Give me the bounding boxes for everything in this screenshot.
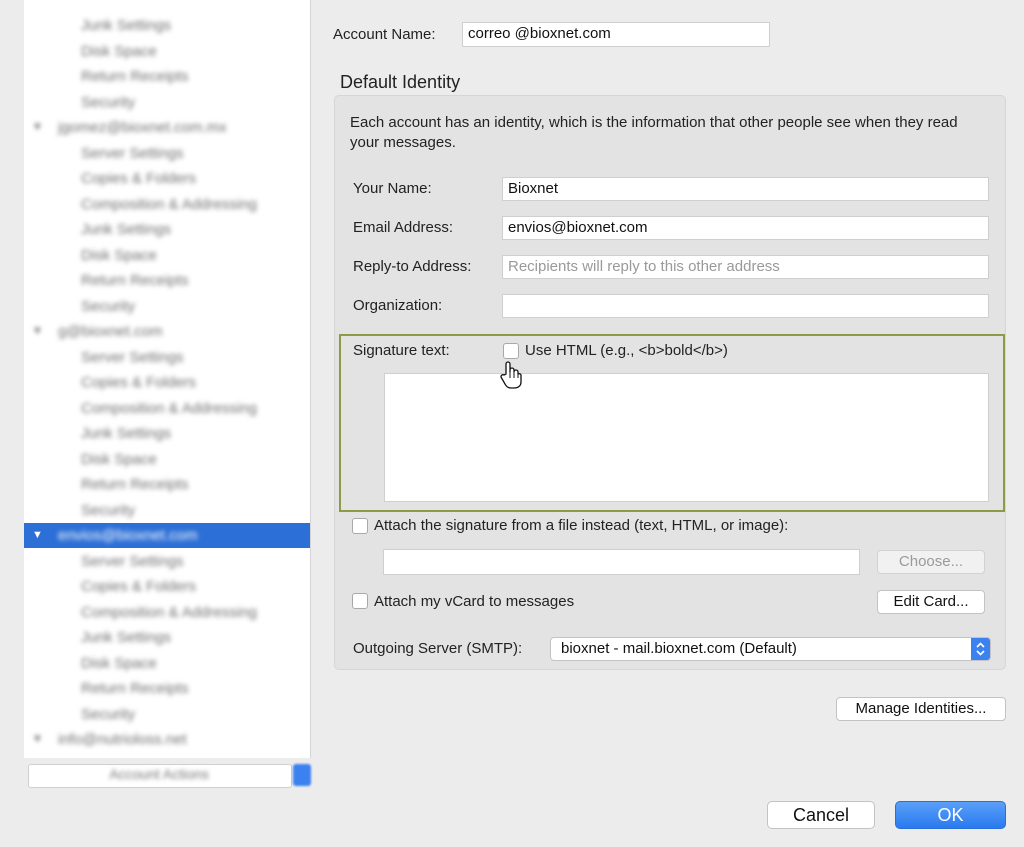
tree-account-row[interactable]: ▼ envios@bioxnet.com: [24, 523, 310, 548]
account-name-input[interactable]: correo @bioxnet.com: [462, 22, 770, 47]
manage-identities-button[interactable]: Manage Identities...: [836, 697, 1006, 721]
use-html-checkbox[interactable]: [503, 343, 519, 359]
tree-row-label: Composition & Addressing: [81, 195, 257, 213]
disclosure-triangle-icon[interactable]: ▼: [32, 319, 43, 344]
disclosure-triangle-icon[interactable]: ▼: [32, 523, 43, 548]
outgoing-server-value: bioxnet - mail.bioxnet.com (Default): [561, 640, 797, 657]
email-address-label: Email Address:: [353, 219, 454, 236]
identity-description: Each account has an identity, which is t…: [350, 114, 958, 151]
cancel-button[interactable]: Cancel: [767, 801, 875, 829]
your-name-input[interactable]: Bioxnet: [502, 177, 989, 201]
account-name-label: Account Name:: [333, 26, 436, 43]
tree-settings-row[interactable]: Server Settings: [24, 345, 310, 370]
disclosure-triangle-icon[interactable]: ▼: [32, 115, 43, 140]
tree-row-label: Return Receipts: [81, 476, 189, 493]
tree-settings-row[interactable]: Junk Settings: [24, 217, 310, 242]
tree-settings-row[interactable]: Server Settings: [24, 141, 310, 166]
tree-settings-row[interactable]: Disk Space: [24, 39, 310, 64]
tree-row-label: Junk Settings: [81, 425, 172, 442]
tree-settings-row[interactable]: Copies & Folders: [24, 166, 310, 191]
your-name-label: Your Name:: [353, 180, 432, 197]
organization-label: Organization:: [353, 297, 443, 314]
chevron-down-icon[interactable]: [293, 764, 311, 786]
tree-settings-row[interactable]: Composition & Addressing: [24, 192, 310, 217]
use-html-label[interactable]: Use HTML (e.g., <b>bold</b>): [525, 342, 728, 359]
tree-row-label: Copies & Folders: [81, 374, 197, 391]
tree-row-label: Return Receipts: [81, 272, 189, 289]
tree-row-label: Junk Settings: [81, 17, 172, 34]
reply-to-input[interactable]: Recipients will reply to this other addr…: [502, 255, 989, 279]
tree-settings-row[interactable]: Security: [24, 702, 310, 727]
tree-row-label: Composition & Addressing: [81, 603, 257, 621]
tree-row-label: Disk Space: [81, 654, 157, 672]
email-address-input[interactable]: envios@bioxnet.com: [502, 216, 989, 240]
edit-card-button[interactable]: Edit Card...: [877, 590, 985, 614]
attach-signature-file-checkbox[interactable]: [352, 518, 368, 534]
tree-row-label: Server Settings: [81, 552, 184, 570]
tree-row-label: Security: [81, 501, 136, 519]
outgoing-server-select[interactable]: bioxnet - mail.bioxnet.com (Default): [550, 637, 991, 661]
tree-settings-row[interactable]: Security: [24, 294, 310, 319]
account-actions-label: Account Actions: [109, 766, 209, 782]
tree-settings-row[interactable]: Copies & Folders: [24, 574, 310, 599]
tree-row-label: Disk Space: [81, 42, 157, 60]
tree-settings-row[interactable]: Copies & Folders: [24, 370, 310, 395]
tree-settings-row[interactable]: Server Settings: [24, 549, 310, 574]
account-tree[interactable]: Junk Settings Disk Space Return Receipts Se…: [24, 0, 311, 758]
tree-account-row[interactable]: ▼ jgomez@bioxnet.com.mx: [24, 115, 310, 140]
choose-file-button[interactable]: Choose...: [877, 550, 985, 574]
tree-settings-row[interactable]: Junk Settings: [24, 421, 310, 446]
ok-button[interactable]: OK: [895, 801, 1006, 829]
organization-input[interactable]: [502, 294, 989, 318]
attach-vcard-label[interactable]: Attach my vCard to messages: [374, 593, 574, 610]
tree-row-label: jgomez@bioxnet.com.mx: [58, 119, 227, 136]
tree-row-label: Security: [81, 705, 136, 723]
tree-settings-row[interactable]: Return Receipts: [24, 676, 310, 701]
tree-settings-row[interactable]: Disk Space: [24, 651, 310, 676]
tree-settings-row[interactable]: Security: [24, 90, 310, 115]
tree-settings-row[interactable]: Junk Settings: [24, 13, 310, 38]
tree-row-label: Security: [81, 93, 136, 111]
tree-row-label: info@nutrioloss.net: [58, 731, 187, 748]
hand-cursor-icon: [498, 360, 524, 390]
tree-settings-row[interactable]: Return Receipts: [24, 268, 310, 293]
tree-settings-row[interactable]: Disk Space: [24, 447, 310, 472]
tree-settings-row[interactable]: Disk Space: [24, 243, 310, 268]
disclosure-triangle-icon[interactable]: ▼: [32, 727, 43, 752]
tree-row-label: Server Settings: [81, 144, 184, 162]
tree-row-label: Return Receipts: [81, 68, 189, 85]
tree-settings-row[interactable]: Return Receipts: [24, 64, 310, 89]
signature-file-path-input[interactable]: [383, 549, 860, 575]
tree-row-label: Return Receipts: [81, 680, 189, 697]
signature-text-label: Signature text:: [353, 342, 450, 359]
tree-row-label: Copies & Folders: [81, 170, 197, 187]
outgoing-server-label: Outgoing Server (SMTP):: [353, 640, 523, 657]
tree-settings-row[interactable]: Junk Settings: [24, 625, 310, 650]
tree-row-label: envios@bioxnet.com: [58, 527, 198, 544]
tree-row-label: Security: [81, 297, 136, 315]
tree-row-label: Junk Settings: [81, 221, 172, 238]
default-identity-title: Default Identity: [340, 72, 461, 92]
tree-row-label: Junk Settings: [81, 629, 172, 646]
tree-settings-row[interactable]: Composition & Addressing: [24, 396, 310, 421]
tree-row-label: Disk Space: [81, 246, 157, 264]
tree-settings-row[interactable]: Return Receipts: [24, 472, 310, 497]
tree-account-row[interactable]: ▼ info@nutrioloss.net: [24, 727, 310, 752]
signature-textarea[interactable]: [384, 373, 989, 502]
attach-signature-file-label[interactable]: Attach the signature from a file instead…: [374, 517, 788, 534]
tree-account-row[interactable]: ▼ g@bioxnet.com: [24, 319, 310, 344]
tree-row-label: Copies & Folders: [81, 578, 197, 595]
tree-row-label: Disk Space: [81, 450, 157, 468]
tree-row-label: Composition & Addressing: [81, 399, 257, 417]
select-stepper-icon[interactable]: [971, 638, 990, 660]
tree-row-label: g@bioxnet.com: [58, 323, 163, 340]
tree-row-label: Server Settings: [81, 348, 184, 366]
tree-settings-row[interactable]: Composition & Addressing: [24, 600, 310, 625]
attach-vcard-checkbox[interactable]: [352, 593, 368, 609]
account-actions-dropdown[interactable]: Account Actions: [28, 764, 311, 788]
reply-to-label: Reply-to Address:: [353, 258, 472, 275]
tree-settings-row[interactable]: Security: [24, 498, 310, 523]
